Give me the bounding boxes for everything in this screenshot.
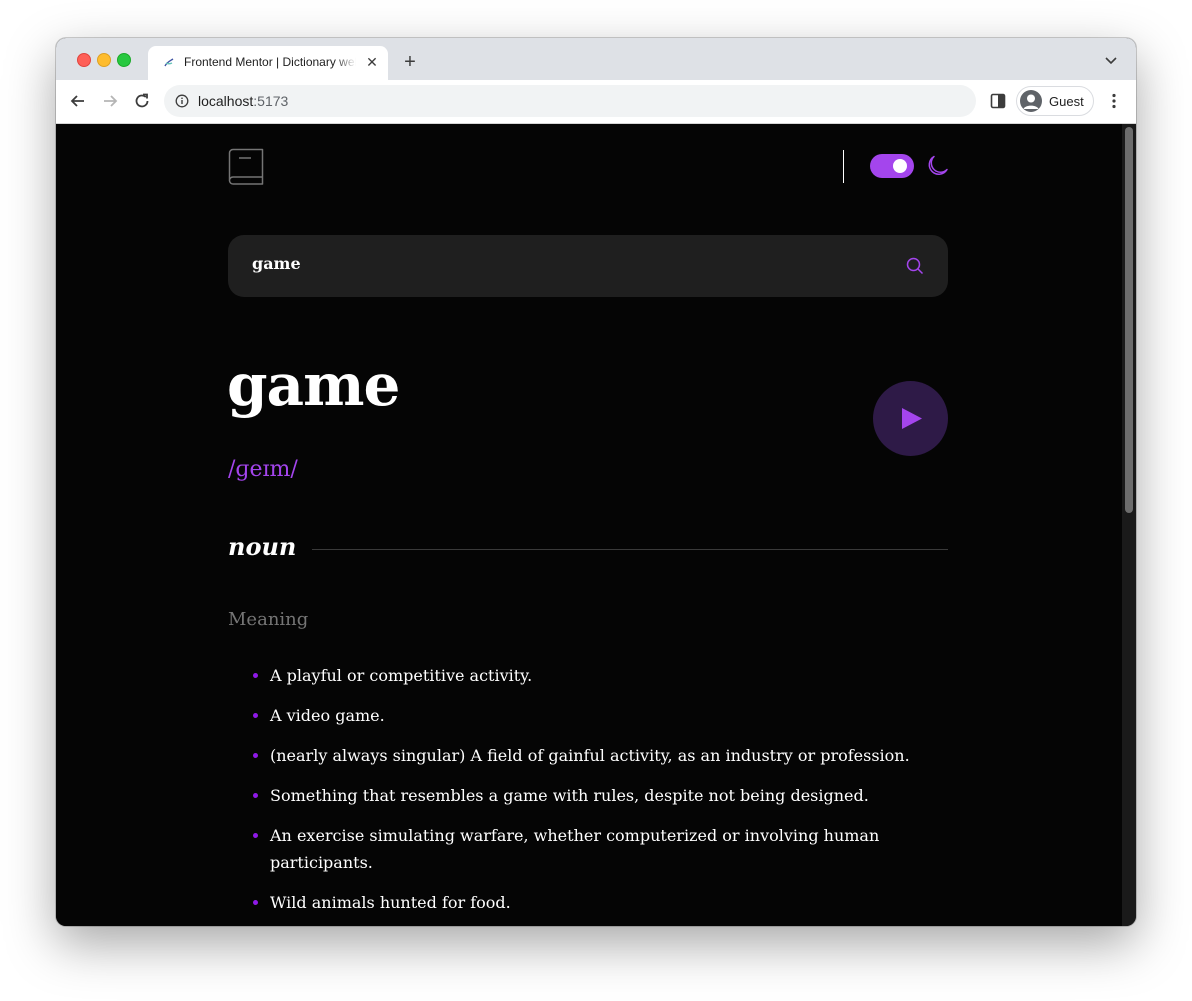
site-info-icon[interactable]	[175, 94, 189, 108]
page-scrollbar[interactable]	[1122, 124, 1136, 926]
bullet	[253, 713, 258, 718]
theme-toggle[interactable]	[870, 154, 914, 178]
url-host: localhost	[198, 93, 254, 109]
address-bar[interactable]: localhost:5173	[164, 85, 976, 117]
bullet	[253, 673, 258, 678]
search-input-value: game	[252, 254, 301, 273]
browser-toolbar: localhost:5173 Guest	[56, 80, 1136, 124]
tab-close-icon[interactable]: ✕	[364, 54, 380, 70]
play-audio-button[interactable]	[873, 381, 948, 456]
definition-item: Something that resembles a game with rul…	[228, 782, 910, 809]
new-tab-button[interactable]: +	[398, 50, 422, 74]
bullet	[253, 793, 258, 798]
profile-name: Guest	[1049, 94, 1084, 109]
definition-text: Something that resembles a game with rul…	[270, 786, 869, 805]
definition-item: A video game.	[228, 702, 910, 729]
close-window-button[interactable]	[77, 53, 91, 67]
tab-strip: Frontend Mentor | Dictionary web app ✕ +	[56, 38, 1136, 80]
header-divider	[843, 150, 844, 183]
scrollbar-thumb[interactable]	[1125, 127, 1133, 513]
bullet	[253, 833, 258, 838]
back-arrow-icon[interactable]	[68, 91, 88, 111]
part-of-speech-divider	[312, 549, 948, 550]
definition-text: A playful or competitive activity.	[270, 666, 533, 685]
definition-item: An exercise simulating warfare, whether …	[228, 822, 910, 876]
moon-icon	[928, 155, 948, 175]
reload-icon[interactable]	[132, 91, 152, 111]
search-input[interactable]: game	[228, 235, 948, 297]
url-port: :5173	[253, 93, 289, 109]
part-of-speech: noun	[228, 532, 297, 561]
definition-text: (nearly always singular) A field of gain…	[270, 746, 910, 765]
profile-button[interactable]: Guest	[1016, 86, 1094, 116]
more-menu-icon[interactable]	[1104, 91, 1124, 111]
book-icon[interactable]	[228, 148, 264, 186]
minimize-window-button[interactable]	[97, 53, 111, 67]
definition-item: (nearly always singular) A field of gain…	[228, 742, 910, 769]
forward-arrow-icon[interactable]	[100, 91, 120, 111]
toggle-knob	[893, 159, 907, 173]
definition-item: Wild animals hunted for food.	[228, 889, 910, 916]
dictionary-app: game game /ɡeɪm/ noun Meaning A playful …	[227, 124, 948, 926]
tab-title: Frontend Mentor | Dictionary web app	[184, 55, 356, 69]
bullet	[253, 753, 258, 758]
search-icon[interactable]	[906, 257, 924, 275]
bullet	[253, 900, 258, 905]
phonetic: /ɡeɪm/	[228, 457, 298, 482]
definition-text: A video game.	[270, 706, 385, 725]
page-viewport: game game /ɡeɪm/ noun Meaning A playful …	[56, 124, 1122, 926]
browser-tab[interactable]: Frontend Mentor | Dictionary web app ✕	[148, 46, 388, 80]
definition-list: A playful or competitive activity. A vid…	[228, 662, 948, 926]
play-icon	[902, 408, 922, 429]
definition-item: A playful or competitive activity.	[228, 662, 910, 689]
headword: game	[227, 351, 400, 419]
url-text: localhost:5173	[198, 93, 288, 109]
maximize-window-button[interactable]	[117, 53, 131, 67]
avatar-icon	[1020, 90, 1042, 112]
definition-text: Wild animals hunted for food.	[270, 893, 511, 912]
meaning-label: Meaning	[228, 609, 309, 630]
browser-window: Frontend Mentor | Dictionary web app ✕ +…	[56, 38, 1136, 926]
definition-text: An exercise simulating warfare, whether …	[270, 826, 880, 872]
favicon-icon	[164, 58, 174, 67]
side-panel-icon[interactable]	[988, 91, 1008, 111]
tab-search-chevron-icon[interactable]	[1104, 53, 1118, 67]
